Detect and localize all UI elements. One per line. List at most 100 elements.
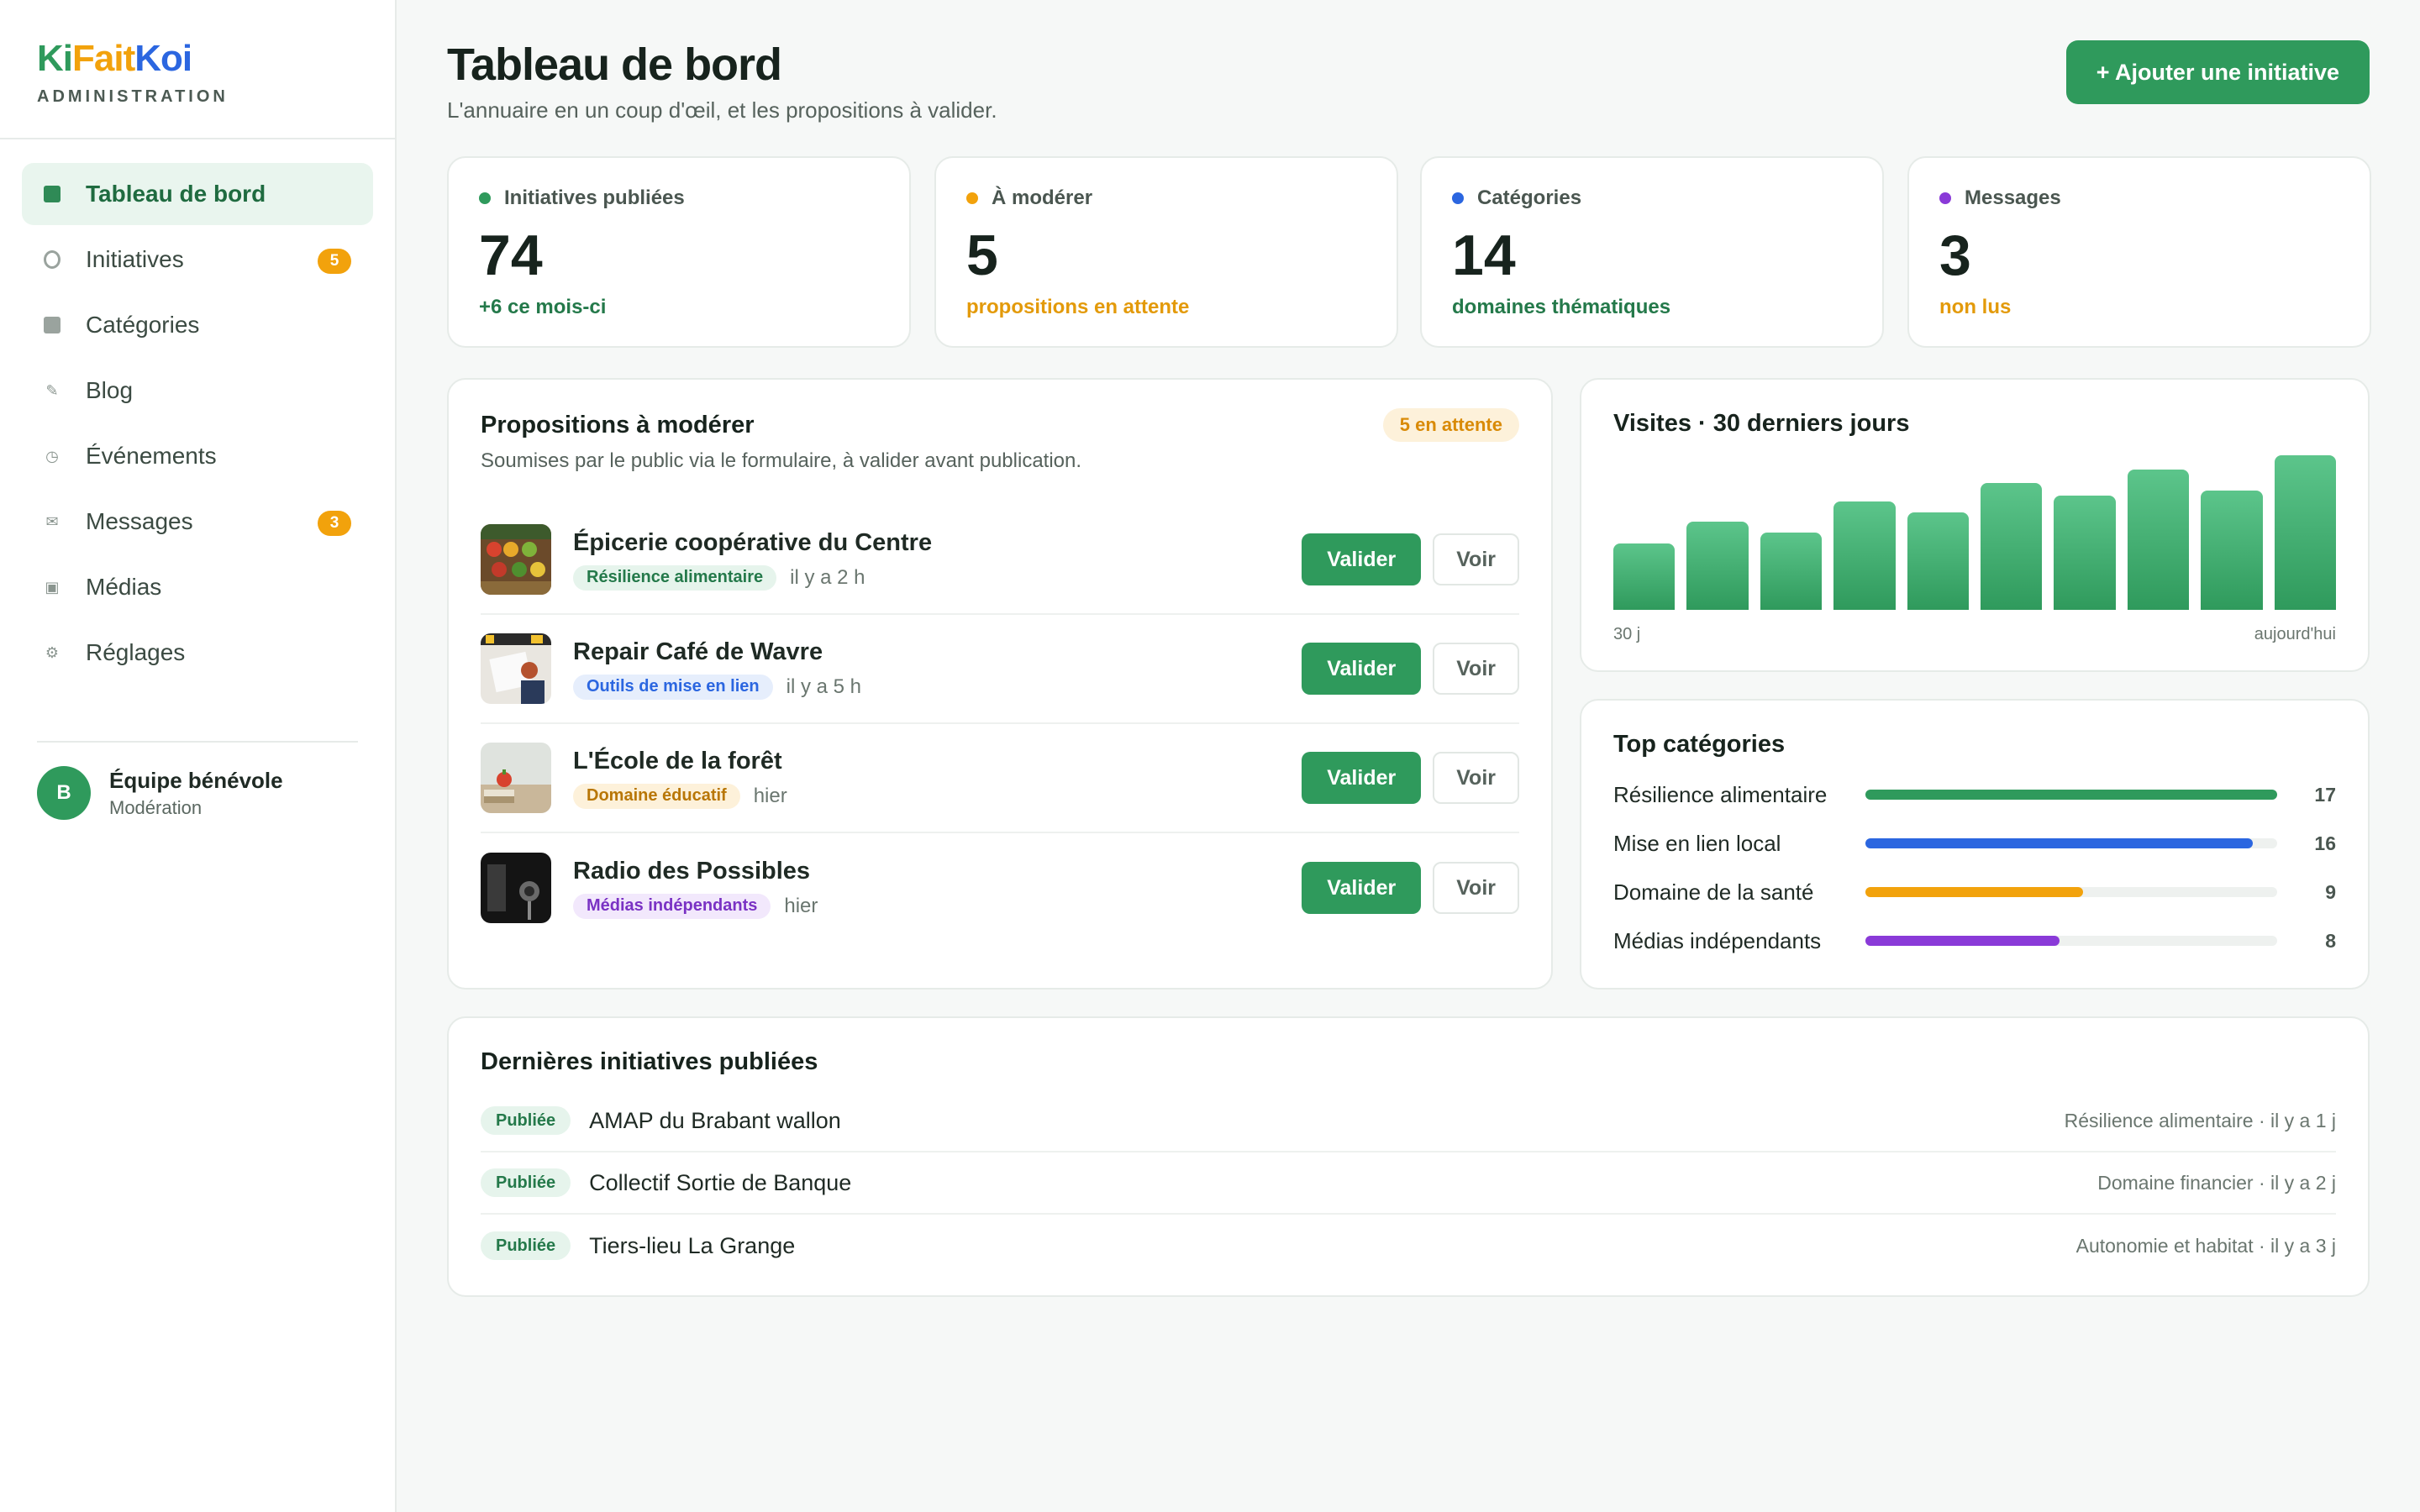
- category-progress-fill: [1865, 790, 2277, 800]
- table-row[interactable]: Publiée Tiers-lieu La Grange Autonomie e…: [481, 1215, 2336, 1277]
- card-title: Propositions à modérer: [481, 412, 755, 438]
- category-progress-track: [1865, 936, 2277, 946]
- axis-label-start: 30 j: [1613, 625, 1641, 643]
- category-count: 17: [2314, 783, 2336, 806]
- sidebar-item-events[interactable]: ◷ Événements: [22, 425, 373, 487]
- category-name: Domaine de la santé: [1613, 879, 1814, 905]
- avatar: B: [37, 766, 91, 820]
- thumbnail-image: [481, 853, 551, 923]
- proposal-name: Repair Café de Wavre: [573, 638, 823, 665]
- category-row[interactable]: Médias indépendants 8: [1613, 924, 2336, 958]
- category-name: Médias indépendants: [1613, 927, 1822, 953]
- sidebar-item-label: Tableau de bord: [86, 181, 266, 207]
- card-title: Top catégories: [1613, 731, 1786, 758]
- timestamp: il y a 2 h: [790, 565, 865, 589]
- category-progress-track: [1865, 838, 2277, 848]
- category-count: 16: [2314, 832, 2336, 854]
- count-badge: 5: [318, 249, 351, 274]
- chart-bar: [1686, 522, 1749, 610]
- thumbnail-image: [481, 743, 551, 813]
- initiative-meta: Domaine financier · il y a 2 j: [2097, 1171, 2336, 1194]
- stat-value: 5: [966, 223, 998, 287]
- category-progress-fill: [1865, 838, 2254, 848]
- stat-note: propositions en attente: [966, 296, 1190, 318]
- category-count: 8: [2325, 929, 2336, 952]
- stat-card-categories: Catégories 14 domaines thématiques: [1420, 156, 1884, 348]
- visits-bar-chart: [1613, 455, 2336, 610]
- published-card: Dernières initiatives publiées Publiée A…: [447, 1016, 2370, 1297]
- validate-button[interactable]: Valider: [1302, 862, 1422, 914]
- validate-button[interactable]: Valider: [1302, 752, 1422, 804]
- brand-subtitle: ADMINISTRATION: [37, 87, 229, 106]
- category-row[interactable]: Résilience alimentaire 17: [1613, 778, 2336, 811]
- category-row[interactable]: Mise en lien local 16: [1613, 827, 2336, 860]
- user-profile[interactable]: B Équipe bénévole Modération: [0, 743, 395, 843]
- list-item: Repair Café de Wavre Outils de mise en l…: [481, 615, 1519, 724]
- list-item: Radio des Possibles Médias indépendants h…: [481, 833, 1519, 942]
- sidebar-item-label: Initiatives: [86, 246, 184, 272]
- category-name: Mise en lien local: [1613, 830, 1781, 856]
- stat-value: 14: [1452, 223, 1516, 287]
- stat-note: domaines thématiques: [1452, 296, 1671, 318]
- sidebar-item-dashboard[interactable]: Tableau de bord: [22, 163, 373, 225]
- count-badge: 3: [318, 511, 351, 536]
- sidebar-item-blog[interactable]: ✎ Blog: [22, 360, 373, 422]
- status-badge: Publiée: [481, 1168, 571, 1197]
- view-button[interactable]: Voir: [1433, 752, 1519, 804]
- view-button[interactable]: Voir: [1433, 533, 1519, 585]
- chart-bar: [2127, 469, 2190, 610]
- category-row[interactable]: Domaine de la santé 9: [1613, 875, 2336, 909]
- view-button[interactable]: Voir: [1433, 862, 1519, 914]
- chart-bar: [1833, 501, 1896, 610]
- table-row[interactable]: Publiée AMAP du Brabant wallon Résilienc…: [481, 1090, 2336, 1152]
- chart-bar: [2274, 455, 2336, 610]
- category-tag: Domaine éducatif: [573, 783, 740, 809]
- sidebar-item-media[interactable]: ▣ Médias: [22, 556, 373, 618]
- sidebar-item-label: Messages: [86, 508, 193, 534]
- status-dot: [1452, 192, 1464, 204]
- stat-value: 3: [1939, 223, 1971, 287]
- category-tag: Médias indépendants: [573, 893, 771, 919]
- visits-chart-card: Visites · 30 derniers jours 30 j aujourd…: [1580, 378, 2370, 672]
- chart-bar: [2201, 491, 2263, 610]
- page-title: Tableau de bord: [447, 39, 782, 90]
- pending-badge: 5 en attente: [1382, 408, 1519, 442]
- proposal-name: L'École de la forêt: [573, 747, 782, 774]
- stat-note: non lus: [1939, 296, 2012, 318]
- stat-card-moderation: À modérer 5 propositions en attente: [934, 156, 1398, 348]
- sidebar-item-messages[interactable]: ✉ Messages 3: [22, 491, 373, 553]
- view-button[interactable]: Voir: [1433, 643, 1519, 695]
- initiative-name: Collectif Sortie de Banque: [589, 1169, 852, 1195]
- sidebar-item-initiatives[interactable]: Initiatives 5: [22, 228, 373, 291]
- sidebar-item-label: Médias: [86, 574, 162, 600]
- sidebar: KiFaitKoi ADMINISTRATION Tableau de bord…: [0, 0, 397, 1512]
- stat-card-published: Initiatives publiées 74 +6 ce mois-ci: [447, 156, 911, 348]
- stat-value: 74: [479, 223, 543, 287]
- axis-label-end: aujourd'hui: [2254, 625, 2336, 643]
- initiative-meta: Résilience alimentaire · il y a 1 j: [2064, 1109, 2336, 1131]
- sidebar-item-settings[interactable]: ⚙ Réglages: [22, 622, 373, 684]
- validate-button[interactable]: Valider: [1302, 533, 1422, 585]
- status-dot: [966, 192, 978, 204]
- proposal-name: Épicerie coopérative du Centre: [573, 528, 933, 556]
- stat-label: À modérer: [992, 186, 1093, 209]
- sidebar-item-categories[interactable]: Catégories: [22, 294, 373, 356]
- page-subtitle: L'annuaire en un coup d'œil, et les prop…: [447, 97, 997, 123]
- sidebar-item-label: Réglages: [86, 639, 186, 665]
- timestamp: hier: [784, 894, 818, 917]
- chart-title: Visites · 30 derniers jours: [1613, 410, 1910, 437]
- card-subtitle: Soumises par le public via le formulaire…: [481, 449, 1082, 472]
- list-item: Épicerie coopérative du Centre Résilienc…: [481, 506, 1519, 615]
- add-initiative-button[interactable]: + Ajouter une initiative: [2065, 40, 2370, 104]
- card-title: Dernières initiatives publiées: [481, 1048, 818, 1075]
- user-name: Équipe bénévole: [109, 767, 283, 793]
- pencil-icon: ✎: [45, 381, 59, 399]
- category-icon: [44, 317, 60, 333]
- category-progress-track: [1865, 887, 2277, 897]
- logo[interactable]: KiFaitKoi: [37, 39, 358, 79]
- category-progress-track: [1865, 790, 2277, 800]
- validate-button[interactable]: Valider: [1302, 643, 1422, 695]
- table-row[interactable]: Publiée Collectif Sortie de Banque Domai…: [481, 1152, 2336, 1215]
- top-categories-card: Top catégories Résilience alimentaire 17 M…: [1580, 699, 2370, 990]
- timestamp: hier: [753, 784, 787, 807]
